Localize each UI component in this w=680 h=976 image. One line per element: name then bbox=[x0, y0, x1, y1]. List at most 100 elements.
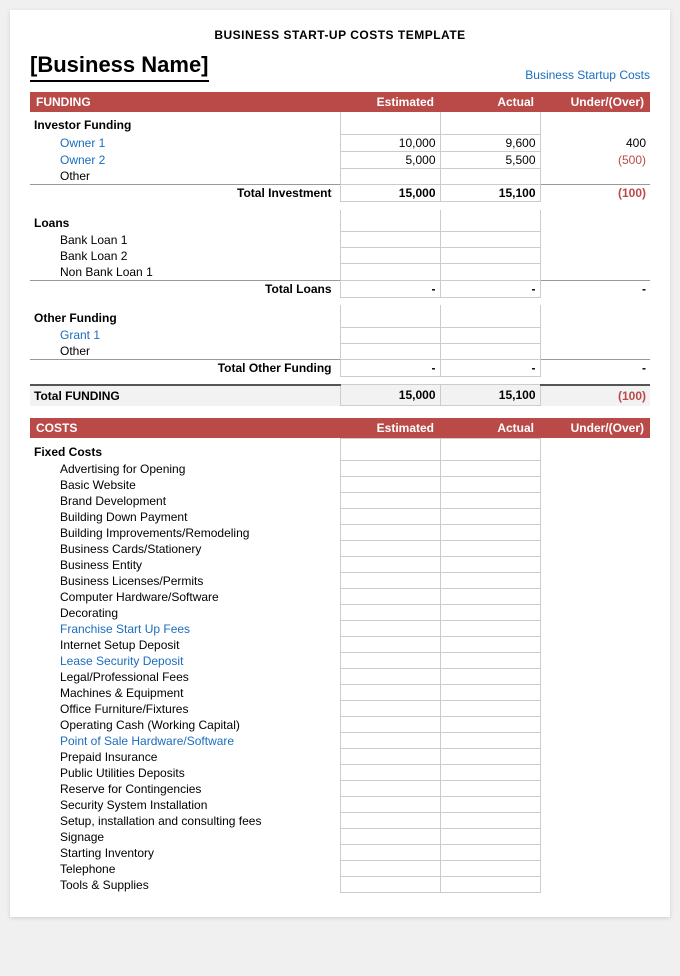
cost-inventory-label: Starting Inventory bbox=[30, 845, 340, 861]
cost-bizentity-est[interactable] bbox=[340, 557, 440, 573]
total-funding-act: 15,100 bbox=[440, 385, 540, 406]
cost-telephone-est[interactable] bbox=[340, 861, 440, 877]
table-row: Setup, installation and consulting fees bbox=[30, 813, 650, 829]
cost-pos-act[interactable] bbox=[440, 733, 540, 749]
table-row: Operating Cash (Working Capital) bbox=[30, 717, 650, 733]
cost-bldgdown-est[interactable] bbox=[340, 509, 440, 525]
other-funding-header: Other Funding bbox=[30, 305, 650, 327]
table-row: Non Bank Loan 1 bbox=[30, 264, 650, 281]
bank-loan2-under bbox=[540, 248, 650, 264]
cost-brand-est[interactable] bbox=[340, 493, 440, 509]
cost-opcash-est[interactable] bbox=[340, 717, 440, 733]
bank-loan2-act[interactable] bbox=[440, 248, 540, 264]
cost-legal-act[interactable] bbox=[440, 669, 540, 685]
investor-other-under bbox=[540, 168, 650, 185]
cost-utilities-act[interactable] bbox=[440, 765, 540, 781]
cost-inventory-est[interactable] bbox=[340, 845, 440, 861]
cost-tools-est[interactable] bbox=[340, 877, 440, 893]
cost-reserve-label: Reserve for Contingencies bbox=[30, 781, 340, 797]
table-row: Office Furniture/Fixtures bbox=[30, 701, 650, 717]
cost-reserve-act[interactable] bbox=[440, 781, 540, 797]
cost-advertising-act[interactable] bbox=[440, 461, 540, 477]
table-row: Legal/Professional Fees bbox=[30, 669, 650, 685]
bank-loan1-est[interactable] bbox=[340, 232, 440, 248]
fixed-costs-act-header bbox=[440, 439, 540, 461]
cost-pos-est[interactable] bbox=[340, 733, 440, 749]
table-row: Building Down Payment bbox=[30, 509, 650, 525]
other-funding-other-act[interactable] bbox=[440, 343, 540, 360]
cost-lease-est[interactable] bbox=[340, 653, 440, 669]
total-loans-row: Total Loans - - - bbox=[30, 280, 650, 297]
other-funding-act-header bbox=[440, 305, 540, 327]
cost-bizlicense-est[interactable] bbox=[340, 573, 440, 589]
investor-other-label: Other bbox=[30, 168, 340, 185]
owner1-estimated[interactable]: 10,000 bbox=[340, 134, 440, 151]
cost-utilities-est[interactable] bbox=[340, 765, 440, 781]
cost-machines-under bbox=[540, 685, 650, 701]
bank-loan2-est[interactable] bbox=[340, 248, 440, 264]
total-other-funding-row: Total Other Funding - - - bbox=[30, 360, 650, 377]
cost-machines-est[interactable] bbox=[340, 685, 440, 701]
non-bank-loan1-est[interactable] bbox=[340, 264, 440, 281]
table-row: Telephone bbox=[30, 861, 650, 877]
cost-franchise-act[interactable] bbox=[440, 621, 540, 637]
cost-reserve-est[interactable] bbox=[340, 781, 440, 797]
cost-bldgimp-under bbox=[540, 525, 650, 541]
non-bank-loan1-act[interactable] bbox=[440, 264, 540, 281]
cost-legal-est[interactable] bbox=[340, 669, 440, 685]
cost-legal-label: Legal/Professional Fees bbox=[30, 669, 340, 685]
cost-prepaid-act[interactable] bbox=[440, 749, 540, 765]
cost-security-act[interactable] bbox=[440, 797, 540, 813]
cost-telephone-act[interactable] bbox=[440, 861, 540, 877]
cost-office-est[interactable] bbox=[340, 701, 440, 717]
other-funding-est-header bbox=[340, 305, 440, 327]
table-row: Bank Loan 2 bbox=[30, 248, 650, 264]
cost-bldgdown-act[interactable] bbox=[440, 509, 540, 525]
cost-opcash-act[interactable] bbox=[440, 717, 540, 733]
owner2-actual[interactable]: 5,500 bbox=[440, 151, 540, 168]
header-link[interactable]: Business Startup Costs bbox=[525, 68, 650, 82]
cost-franchise-est[interactable] bbox=[340, 621, 440, 637]
investor-other-est[interactable] bbox=[340, 168, 440, 185]
other-funding-other-est[interactable] bbox=[340, 343, 440, 360]
cost-computer-act[interactable] bbox=[440, 589, 540, 605]
cost-office-act[interactable] bbox=[440, 701, 540, 717]
bank-loan1-act[interactable] bbox=[440, 232, 540, 248]
total-funding-label: Total FUNDING bbox=[30, 385, 340, 406]
owner2-estimated[interactable]: 5,000 bbox=[340, 151, 440, 168]
cost-tools-act[interactable] bbox=[440, 877, 540, 893]
cost-bldgimp-est[interactable] bbox=[340, 525, 440, 541]
cost-advertising-est[interactable] bbox=[340, 461, 440, 477]
cost-signage-act[interactable] bbox=[440, 829, 540, 845]
total-investment-row: Total Investment 15,000 15,100 (100) bbox=[30, 185, 650, 202]
cost-signage-est[interactable] bbox=[340, 829, 440, 845]
cost-setup-act[interactable] bbox=[440, 813, 540, 829]
grant1-est[interactable] bbox=[340, 327, 440, 343]
cost-bizcards-act[interactable] bbox=[440, 541, 540, 557]
cost-internet-act[interactable] bbox=[440, 637, 540, 653]
cost-computer-est[interactable] bbox=[340, 589, 440, 605]
cost-machines-act[interactable] bbox=[440, 685, 540, 701]
cost-basicweb-label: Basic Website bbox=[30, 477, 340, 493]
cost-security-est[interactable] bbox=[340, 797, 440, 813]
cost-bizentity-act[interactable] bbox=[440, 557, 540, 573]
owner1-actual[interactable]: 9,600 bbox=[440, 134, 540, 151]
cost-internet-est[interactable] bbox=[340, 637, 440, 653]
cost-bldgimp-act[interactable] bbox=[440, 525, 540, 541]
cost-decorating-est[interactable] bbox=[340, 605, 440, 621]
table-row: Owner 2 5,000 5,500 (500) bbox=[30, 151, 650, 168]
cost-basicweb-est[interactable] bbox=[340, 477, 440, 493]
investor-other-act[interactable] bbox=[440, 168, 540, 185]
cost-bizcards-est[interactable] bbox=[340, 541, 440, 557]
grant1-act[interactable] bbox=[440, 327, 540, 343]
cost-brand-act[interactable] bbox=[440, 493, 540, 509]
cost-inventory-act[interactable] bbox=[440, 845, 540, 861]
cost-setup-est[interactable] bbox=[340, 813, 440, 829]
cost-prepaid-est[interactable] bbox=[340, 749, 440, 765]
cost-basicweb-act[interactable] bbox=[440, 477, 540, 493]
cost-lease-act[interactable] bbox=[440, 653, 540, 669]
cost-decorating-act[interactable] bbox=[440, 605, 540, 621]
table-row: Internet Setup Deposit bbox=[30, 637, 650, 653]
bank-loan2-label: Bank Loan 2 bbox=[30, 248, 340, 264]
cost-bizlicense-act[interactable] bbox=[440, 573, 540, 589]
